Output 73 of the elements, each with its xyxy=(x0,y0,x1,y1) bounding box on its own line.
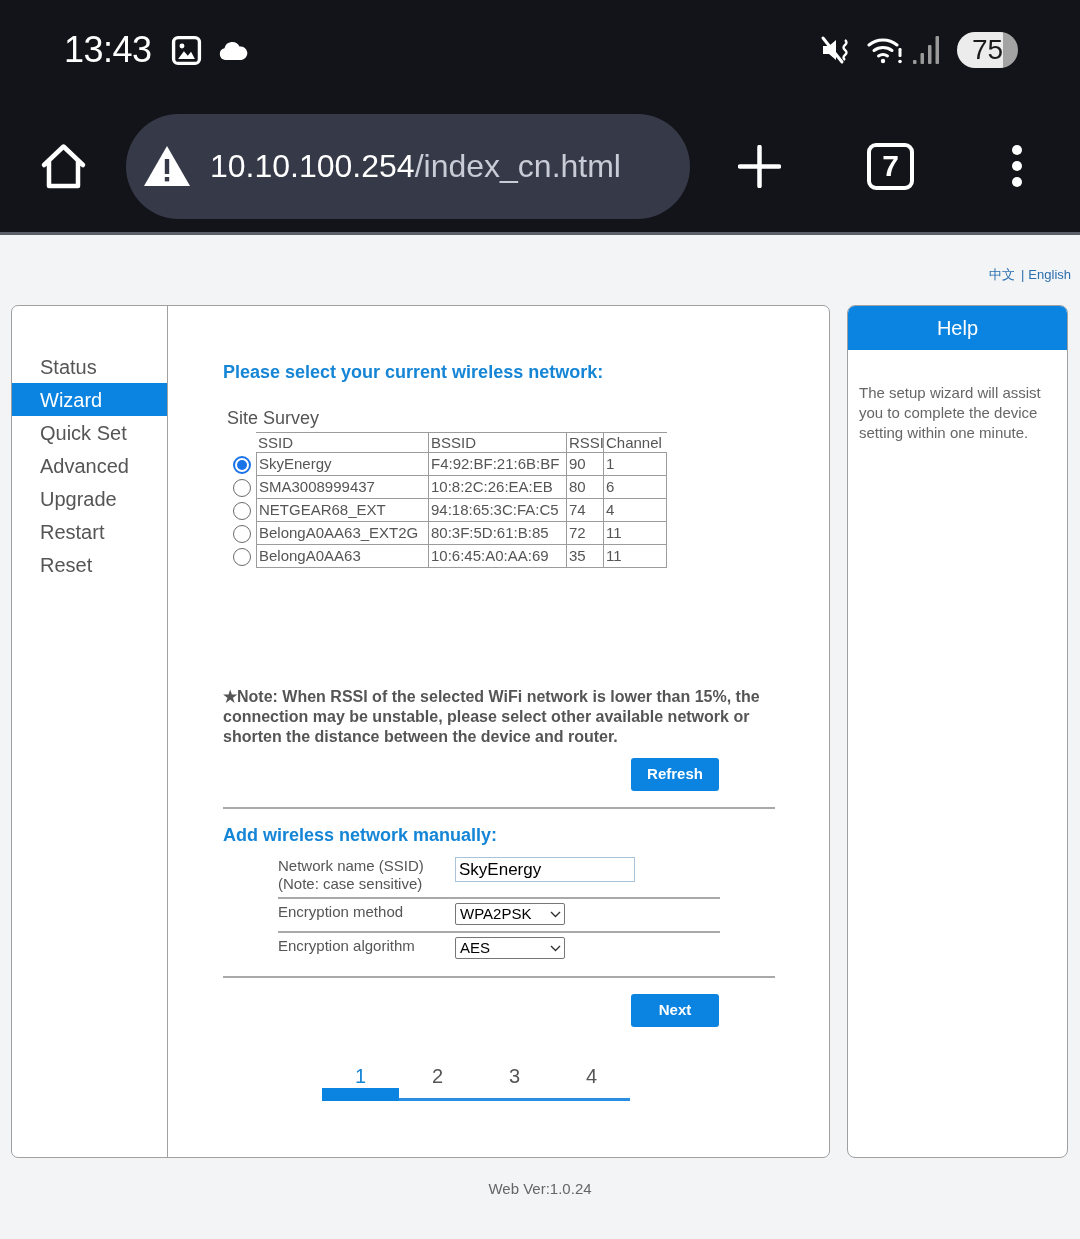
table-cell: 10:6:45:A0:AA:69 xyxy=(428,545,566,568)
table-cell: 10:8:2C:26:EA:EB xyxy=(428,476,566,499)
table-cell: 4 xyxy=(603,499,667,522)
language-link[interactable]: English xyxy=(1028,267,1071,283)
field-label: Encryption method xyxy=(278,903,405,921)
radio-button[interactable] xyxy=(233,455,251,474)
plus-icon[interactable] xyxy=(738,144,781,188)
column-header: RSSI xyxy=(566,432,603,453)
home-icon[interactable] xyxy=(40,143,87,189)
column-header: Channel xyxy=(603,432,667,453)
table-cell: F4:92:BF:21:6B:BF xyxy=(428,453,566,476)
table-cell: 11 xyxy=(603,522,667,545)
table-cell: 80:3F:5D:61:B:85 xyxy=(428,522,566,545)
help-header: Help xyxy=(848,306,1067,350)
chevron-down-icon xyxy=(550,944,561,952)
sidebar-item[interactable]: Upgrade xyxy=(12,482,167,515)
table-cell: NETGEAR68_EXT xyxy=(256,499,428,522)
next-button[interactable]: Next xyxy=(631,994,719,1027)
table-cell: 90 xyxy=(566,453,603,476)
table-cell: 80 xyxy=(566,476,603,499)
section-heading: Add wireless network manually: xyxy=(223,824,499,847)
address-bar[interactable]: 10.10.100.254/index_cn.html xyxy=(126,113,690,219)
sidebar-item[interactable]: Quick Set xyxy=(12,416,167,449)
gallery-icon xyxy=(170,34,202,66)
sidebar-item[interactable]: Reset xyxy=(12,548,167,581)
sidebar-item[interactable]: Advanced xyxy=(12,449,167,482)
chevron-down-icon xyxy=(550,910,561,918)
table-title: Site Survey xyxy=(227,407,321,429)
cloud-icon xyxy=(217,40,248,60)
step-tab[interactable]: 4 xyxy=(553,1064,630,1101)
table-cell: BelongA0AA63_EXT2G xyxy=(256,522,428,545)
refresh-button[interactable]: Refresh xyxy=(631,758,719,791)
dropdown-select[interactable]: WPA2PSK xyxy=(455,903,565,925)
dropdown-select[interactable]: AES xyxy=(455,937,565,959)
table-cell: 72 xyxy=(566,522,603,545)
table-cell: 35 xyxy=(566,545,603,568)
table-cell: SkyEnergy xyxy=(256,453,428,476)
table-cell: 1 xyxy=(603,453,667,476)
version-text: Web Ver:1.0.24 xyxy=(487,1180,593,1198)
column-header: SSID xyxy=(256,432,428,453)
table-cell: 74 xyxy=(566,499,603,522)
language-link[interactable]: 中文 xyxy=(988,267,1015,283)
sidebar-item[interactable]: Status xyxy=(12,350,167,383)
table-cell: BelongA0AA63 xyxy=(256,545,428,568)
note-text: ★Note: When RSSI of the selected WiFi network is lower than 15%, the connection may be unstable, please select other available network or shorten the distance between the device and router. xyxy=(223,687,761,747)
tab-switcher-button[interactable]: 7 xyxy=(867,142,914,190)
url-text: 10.10.100.254/index_cn.html xyxy=(210,147,621,186)
table-cell: 6 xyxy=(603,476,667,499)
sidebar-item[interactable]: Wizard xyxy=(12,383,167,416)
step-tab[interactable]: 2 xyxy=(399,1064,476,1101)
step-tab[interactable]: 1 xyxy=(322,1064,399,1101)
table-cell: 11 xyxy=(603,545,667,568)
radio-button[interactable] xyxy=(233,501,251,520)
sidebar-item[interactable]: Restart xyxy=(12,515,167,548)
step-tab[interactable]: 3 xyxy=(476,1064,553,1101)
radio-button[interactable] xyxy=(233,547,251,566)
field-note: (Note: case sensitive) xyxy=(278,875,424,893)
column-header: BSSID xyxy=(428,432,566,453)
clock-time: 13:43 xyxy=(64,30,152,70)
table-cell: 94:18:65:3C:FA:C5 xyxy=(428,499,566,522)
link-separator: | xyxy=(1020,267,1025,283)
radio-button[interactable] xyxy=(233,524,251,543)
signal-icon xyxy=(912,35,942,65)
help-text: The setup wizard will assist you to complete the device setting within one minute. xyxy=(858,383,1042,443)
input-field[interactable]: SkyEnergy xyxy=(455,857,635,882)
field-label: Encryption algorithm xyxy=(278,937,416,955)
table-cell: SMA3008999437 xyxy=(256,476,428,499)
warning-icon xyxy=(143,145,191,187)
battery-indicator: 75 xyxy=(957,32,1018,68)
radio-button[interactable] xyxy=(233,478,251,497)
field-label: Network name (SSID) xyxy=(278,857,425,875)
more-menu-icon[interactable] xyxy=(1011,144,1023,188)
section-heading: Please select your current wireless network: xyxy=(223,361,605,384)
